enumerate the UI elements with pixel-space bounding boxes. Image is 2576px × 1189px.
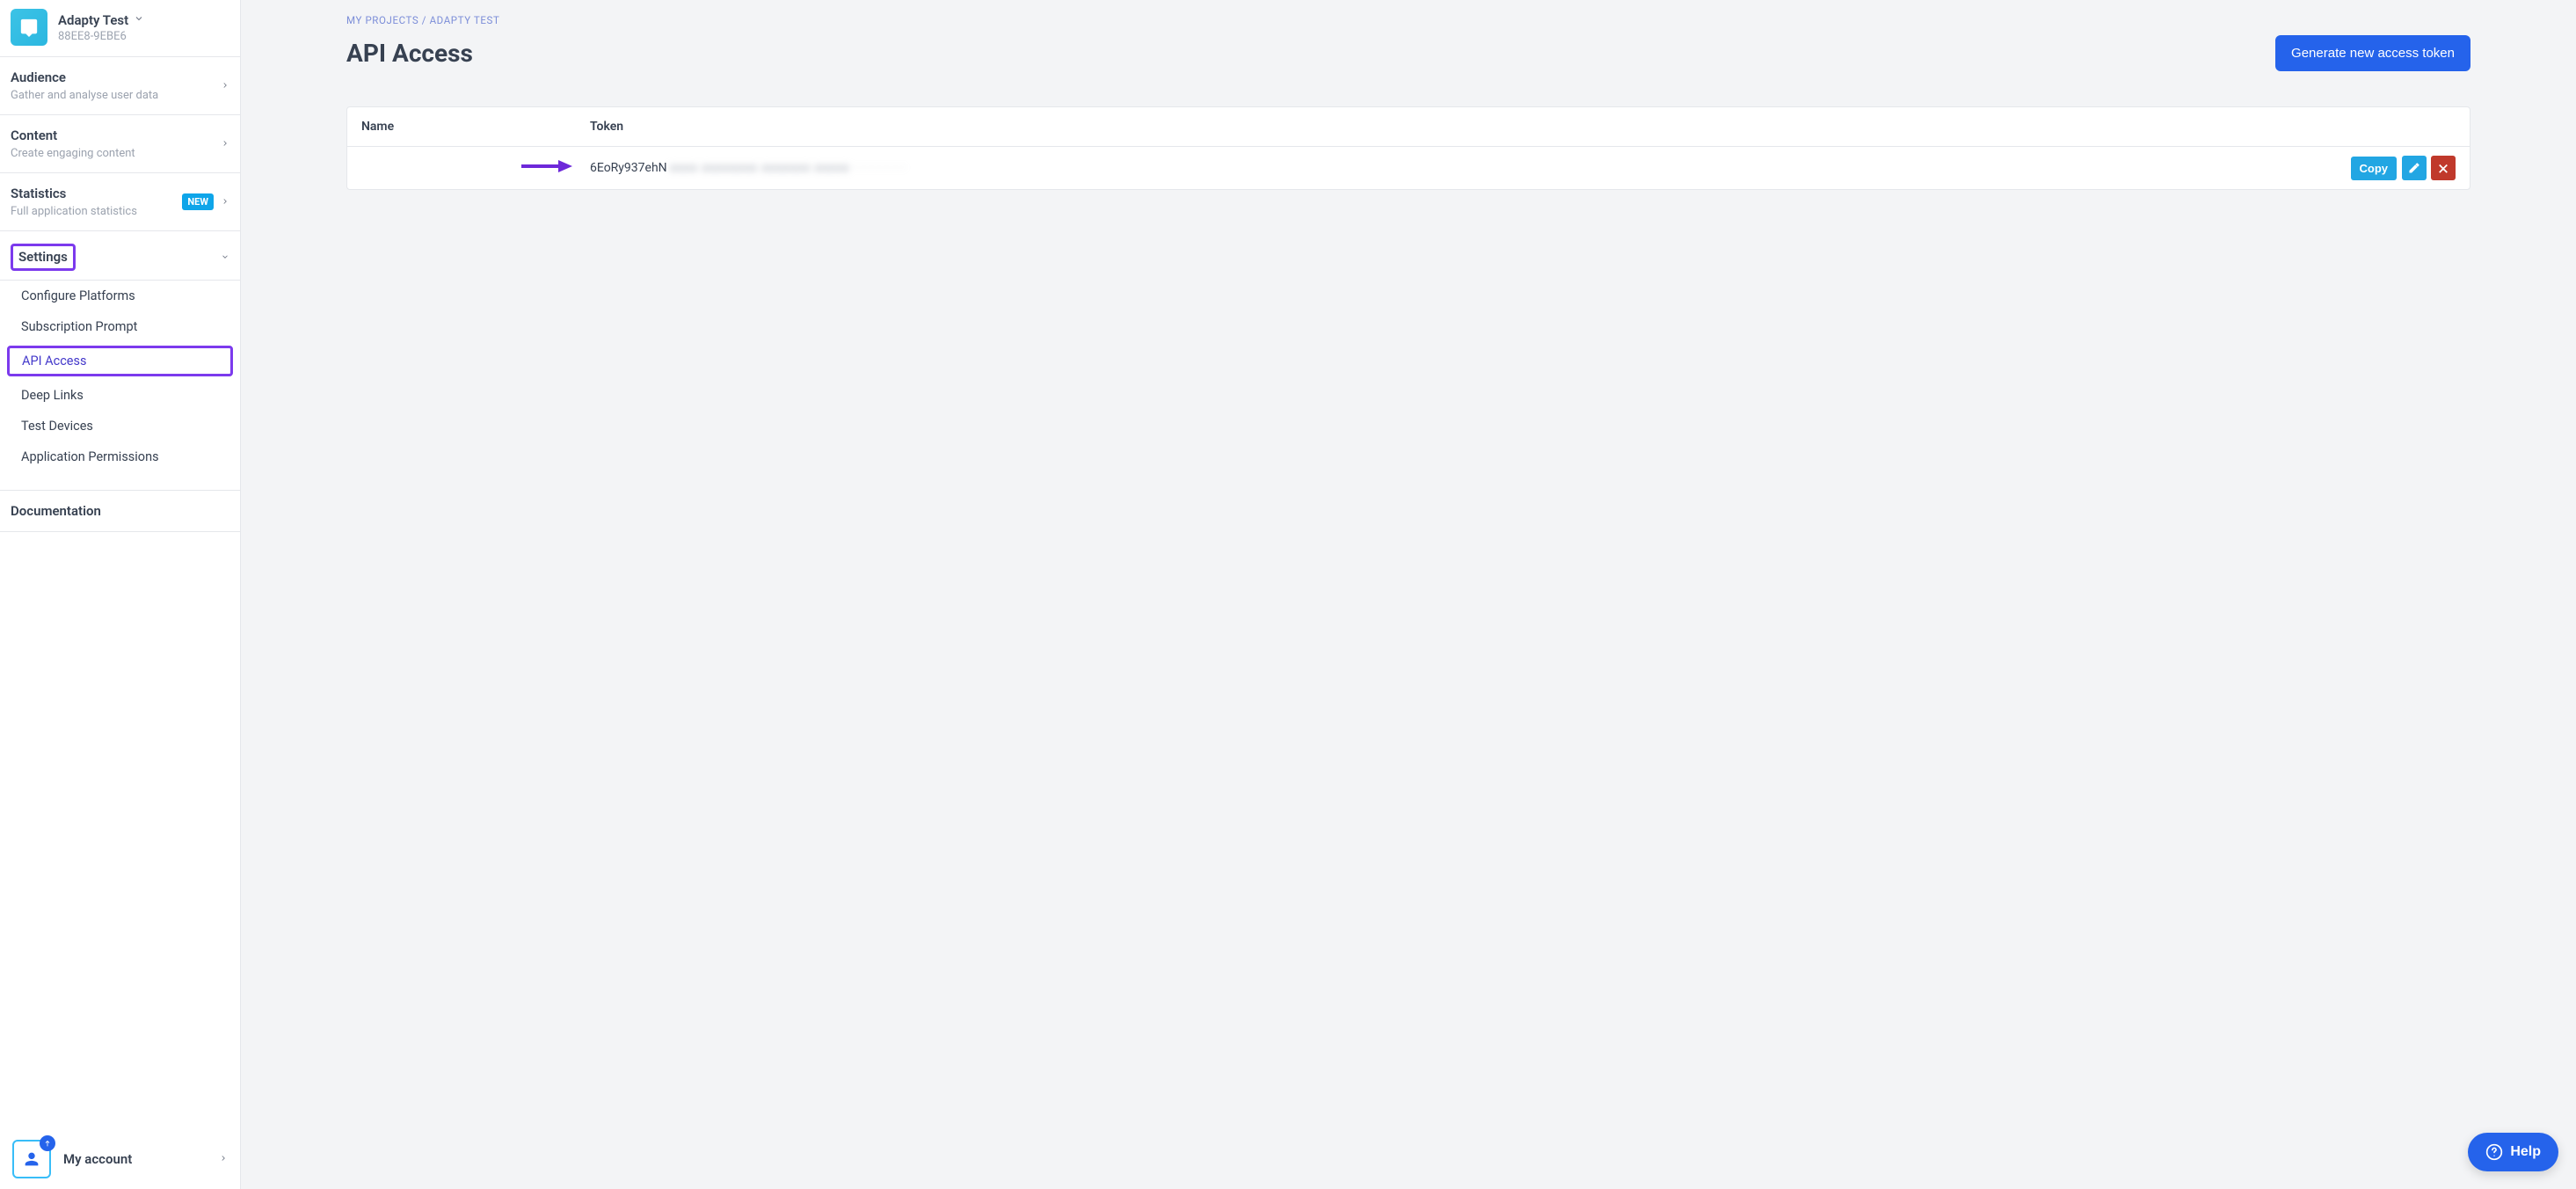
project-name: Adapty Test <box>58 12 128 28</box>
new-badge: NEW <box>182 193 214 210</box>
sub-item-subscription-prompt[interactable]: Subscription Prompt <box>0 311 240 342</box>
upload-badge-icon <box>40 1135 55 1151</box>
help-label: Help <box>2510 1144 2541 1160</box>
sidebar-item-documentation[interactable]: Documentation <box>0 491 240 532</box>
breadcrumb-my-projects[interactable]: MY PROJECTS <box>346 14 418 26</box>
arrow-annotation-icon <box>520 157 572 175</box>
col-name: Name <box>347 107 576 147</box>
nav-label: Settings <box>18 249 68 265</box>
sidebar: Adapty Test 88EE8-9EBE6 Audience Gather … <box>0 0 241 1189</box>
chevron-down-icon <box>134 13 144 27</box>
col-token: Token <box>576 107 2337 147</box>
account-footer[interactable]: My account <box>0 1129 240 1189</box>
page-title: API Access <box>346 39 473 68</box>
project-selector[interactable]: Adapty Test 88EE8-9EBE6 <box>0 0 240 56</box>
nav-label: Statistics <box>11 186 137 201</box>
sub-item-deep-links[interactable]: Deep Links <box>0 380 240 411</box>
project-id: 88EE8-9EBE6 <box>58 30 144 43</box>
delete-button[interactable] <box>2431 156 2456 180</box>
breadcrumb-project[interactable]: ADAPTY TEST <box>430 14 500 26</box>
sub-item-api-access[interactable]: API Access <box>7 346 233 376</box>
project-icon <box>11 9 47 46</box>
copy-button[interactable]: Copy <box>2351 157 2398 180</box>
chevron-right-icon <box>221 195 229 209</box>
main-content: MY PROJECTS / ADAPTY TEST API Access Gen… <box>241 0 2576 1189</box>
sidebar-item-content[interactable]: Content Create engaging content <box>0 115 240 173</box>
edit-icon <box>2408 162 2420 174</box>
token-blurred: xxxx xxxxxxxx xxxxxxx xxxxx · · · · · · … <box>670 161 906 175</box>
tokens-table-card: Name Token 6EoRy93 <box>346 106 2470 190</box>
settings-sub-items: Configure Platforms Subscription Prompt … <box>0 281 240 491</box>
avatar <box>12 1140 51 1178</box>
nav-desc: Full application statistics <box>11 205 137 218</box>
breadcrumb: MY PROJECTS / ADAPTY TEST <box>346 14 2470 26</box>
chevron-right-icon <box>219 1152 228 1166</box>
chevron-down-icon <box>221 251 229 265</box>
nav-desc: Create engaging content <box>11 147 135 160</box>
sidebar-item-settings[interactable]: Settings <box>0 231 240 281</box>
chevron-right-icon <box>221 79 229 93</box>
sub-item-application-permissions[interactable]: Application Permissions <box>0 441 240 472</box>
help-button[interactable]: Help <box>2468 1133 2558 1171</box>
nav-label: Content <box>11 128 135 143</box>
sidebar-item-audience[interactable]: Audience Gather and analyse user data <box>0 57 240 115</box>
nav-label: Audience <box>11 69 158 85</box>
table-row: 6EoRy937ehN xxxx xxxxxxxx xxxxxxx xxxxx … <box>347 147 2470 190</box>
nav-desc: Gather and analyse user data <box>11 89 158 102</box>
close-icon <box>2437 162 2449 174</box>
help-icon <box>2485 1143 2503 1161</box>
account-label: My account <box>63 1151 132 1167</box>
generate-token-button[interactable]: Generate new access token <box>2275 35 2470 71</box>
token-value: 6EoRy937ehN <box>590 161 667 175</box>
chevron-right-icon <box>221 137 229 151</box>
edit-button[interactable] <box>2402 156 2427 180</box>
sub-item-test-devices[interactable]: Test Devices <box>0 411 240 441</box>
sub-item-configure-platforms[interactable]: Configure Platforms <box>0 281 240 311</box>
sidebar-item-statistics[interactable]: Statistics Full application statistics N… <box>0 173 240 231</box>
